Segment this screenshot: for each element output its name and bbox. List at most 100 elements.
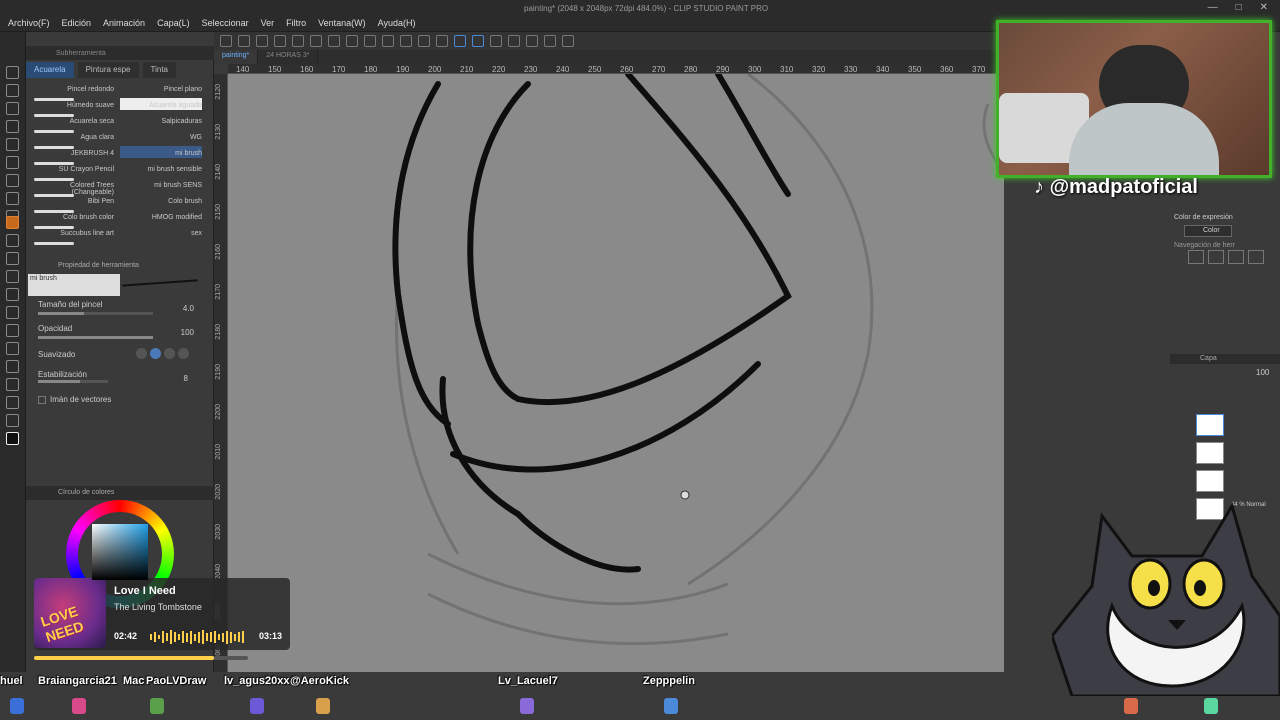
stabilization-value[interactable]: 8 [158,374,188,383]
zoom-icon[interactable] [562,35,574,47]
brush-item[interactable]: mi brush sensible [122,166,202,173]
brush-item[interactable]: Húmedo suave [26,102,114,109]
figure-tool-icon[interactable] [6,342,19,355]
text-tool-icon[interactable] [6,396,19,409]
brush-item[interactable]: SU Crayon Pencil [26,166,114,173]
deselect-icon[interactable] [418,35,430,47]
brush-size-value[interactable]: 4.0 [164,304,194,313]
transform-icon[interactable] [382,35,394,47]
smoothing-option-4[interactable] [178,348,189,359]
tab-pintura[interactable]: Pintura espe [77,62,139,78]
brush-item[interactable]: sex [122,230,202,237]
flip-icon[interactable] [526,35,538,47]
brush-item[interactable]: JEKBRUSH 4 [26,150,114,157]
undo-icon[interactable] [292,35,304,47]
minimize-icon[interactable]: — [1208,2,1218,13]
brush-item[interactable]: WG [122,134,202,141]
menu-item[interactable]: Seleccionar [202,18,249,28]
menu-item[interactable]: Archivo(F) [8,18,50,28]
brush-item[interactable]: Pincel redondo [26,86,114,93]
crop-icon[interactable] [508,35,520,47]
open-file-icon[interactable] [238,35,250,47]
layer-thumbnail[interactable] [1196,414,1224,436]
brush-item[interactable]: Agua clara [26,134,114,141]
blend-tool-icon[interactable] [6,288,19,301]
stabilization-slider[interactable] [38,380,108,383]
eyedropper-tool-icon[interactable] [6,174,19,187]
new-file-icon[interactable] [220,35,232,47]
fill-icon[interactable] [364,35,376,47]
close-icon[interactable]: ✕ [1260,2,1268,13]
snap-special-ruler-icon[interactable] [472,35,484,47]
brush-item[interactable]: Colo brush color [26,214,114,221]
brush-tool-icon[interactable] [6,216,19,229]
decoration-tool-icon[interactable] [6,252,19,265]
clear-icon[interactable] [346,35,358,47]
smoothing-option-1[interactable] [136,348,147,359]
layer-thumbnail[interactable] [1196,442,1224,464]
main-color-swatch-icon[interactable] [6,432,19,445]
smoothing-option-2[interactable] [150,348,161,359]
menu-item[interactable]: Ventana(W) [318,18,366,28]
tab-tinta[interactable]: Tinta [142,62,176,78]
menu-item[interactable]: Ayuda(H) [378,18,416,28]
brush-item[interactable]: Bibi Pen [26,198,114,205]
maximize-icon[interactable]: □ [1236,2,1242,13]
brush-item[interactable]: Salpicaduras [122,118,202,125]
invert-selection-icon[interactable] [436,35,448,47]
brush-item[interactable]: Succubus line art [26,230,114,237]
eraser-tool-icon[interactable] [6,270,19,283]
print-icon[interactable] [274,35,286,47]
zoom-tool-icon[interactable] [6,66,19,79]
brush-item[interactable]: Acuarela seca [26,118,114,125]
color-saturation-square[interactable] [92,524,148,580]
pen-tool-icon[interactable] [6,192,19,205]
brush-item[interactable]: mi brush SENS [122,182,202,189]
hand-tool-icon[interactable] [6,102,19,115]
opacity-slider[interactable] [38,336,153,339]
move-tool-icon[interactable] [6,84,19,97]
opacity-value[interactable]: 100 [164,328,194,337]
selection-tool-icon[interactable] [6,138,19,151]
layer-thumbnail[interactable] [1196,470,1224,492]
tab-painting[interactable]: painting* [214,50,259,64]
snap-grid-icon[interactable] [490,35,502,47]
brush-item[interactable]: Acuarela aguada [122,102,202,109]
rotate-icon[interactable] [544,35,556,47]
brush-item[interactable]: mi brush [122,150,202,157]
color-expression-select[interactable]: Color [1184,225,1232,237]
brush-size-slider[interactable] [38,312,153,315]
brush-item[interactable]: HMOG modified [122,214,202,221]
select-all-icon[interactable] [400,35,412,47]
lasso-tool-icon[interactable] [6,156,19,169]
menu-item[interactable]: Animación [103,18,145,28]
tab-24-horas[interactable]: 24 HORAS 3* [258,50,319,64]
smoothing-option-3[interactable] [164,348,175,359]
brush-stroke-preview [34,130,74,133]
airbrush-tool-icon[interactable] [6,234,19,247]
menu-item[interactable]: Capa(L) [157,18,190,28]
brush-item[interactable]: Pincel plano [122,86,202,93]
layer-opacity-value[interactable]: 100 [1256,368,1269,377]
frame-tool-icon[interactable] [6,360,19,373]
snap-ruler-icon[interactable] [454,35,466,47]
nav-tool-icon[interactable] [1188,250,1204,264]
operation-tool-icon[interactable] [6,120,19,133]
balloon-tool-icon[interactable] [6,414,19,427]
menu-item[interactable]: Ver [261,18,275,28]
tab-acuarela[interactable]: Acuarela [26,62,74,78]
vector-magnet-checkbox[interactable] [38,396,46,404]
redo-icon[interactable] [310,35,322,47]
menu-item[interactable]: Edición [62,18,92,28]
nav-tool-icon[interactable] [1228,250,1244,264]
drawing-canvas[interactable] [228,74,1004,674]
fill-tool-icon[interactable] [6,306,19,319]
nav-tool-icon[interactable] [1248,250,1264,264]
brush-item[interactable]: Colo brush [122,198,202,205]
gradient-tool-icon[interactable] [6,324,19,337]
loading-icon[interactable] [328,35,340,47]
menu-item[interactable]: Filtro [286,18,306,28]
ruler-tool-icon[interactable] [6,378,19,391]
nav-tool-icon[interactable] [1208,250,1224,264]
save-icon[interactable] [256,35,268,47]
